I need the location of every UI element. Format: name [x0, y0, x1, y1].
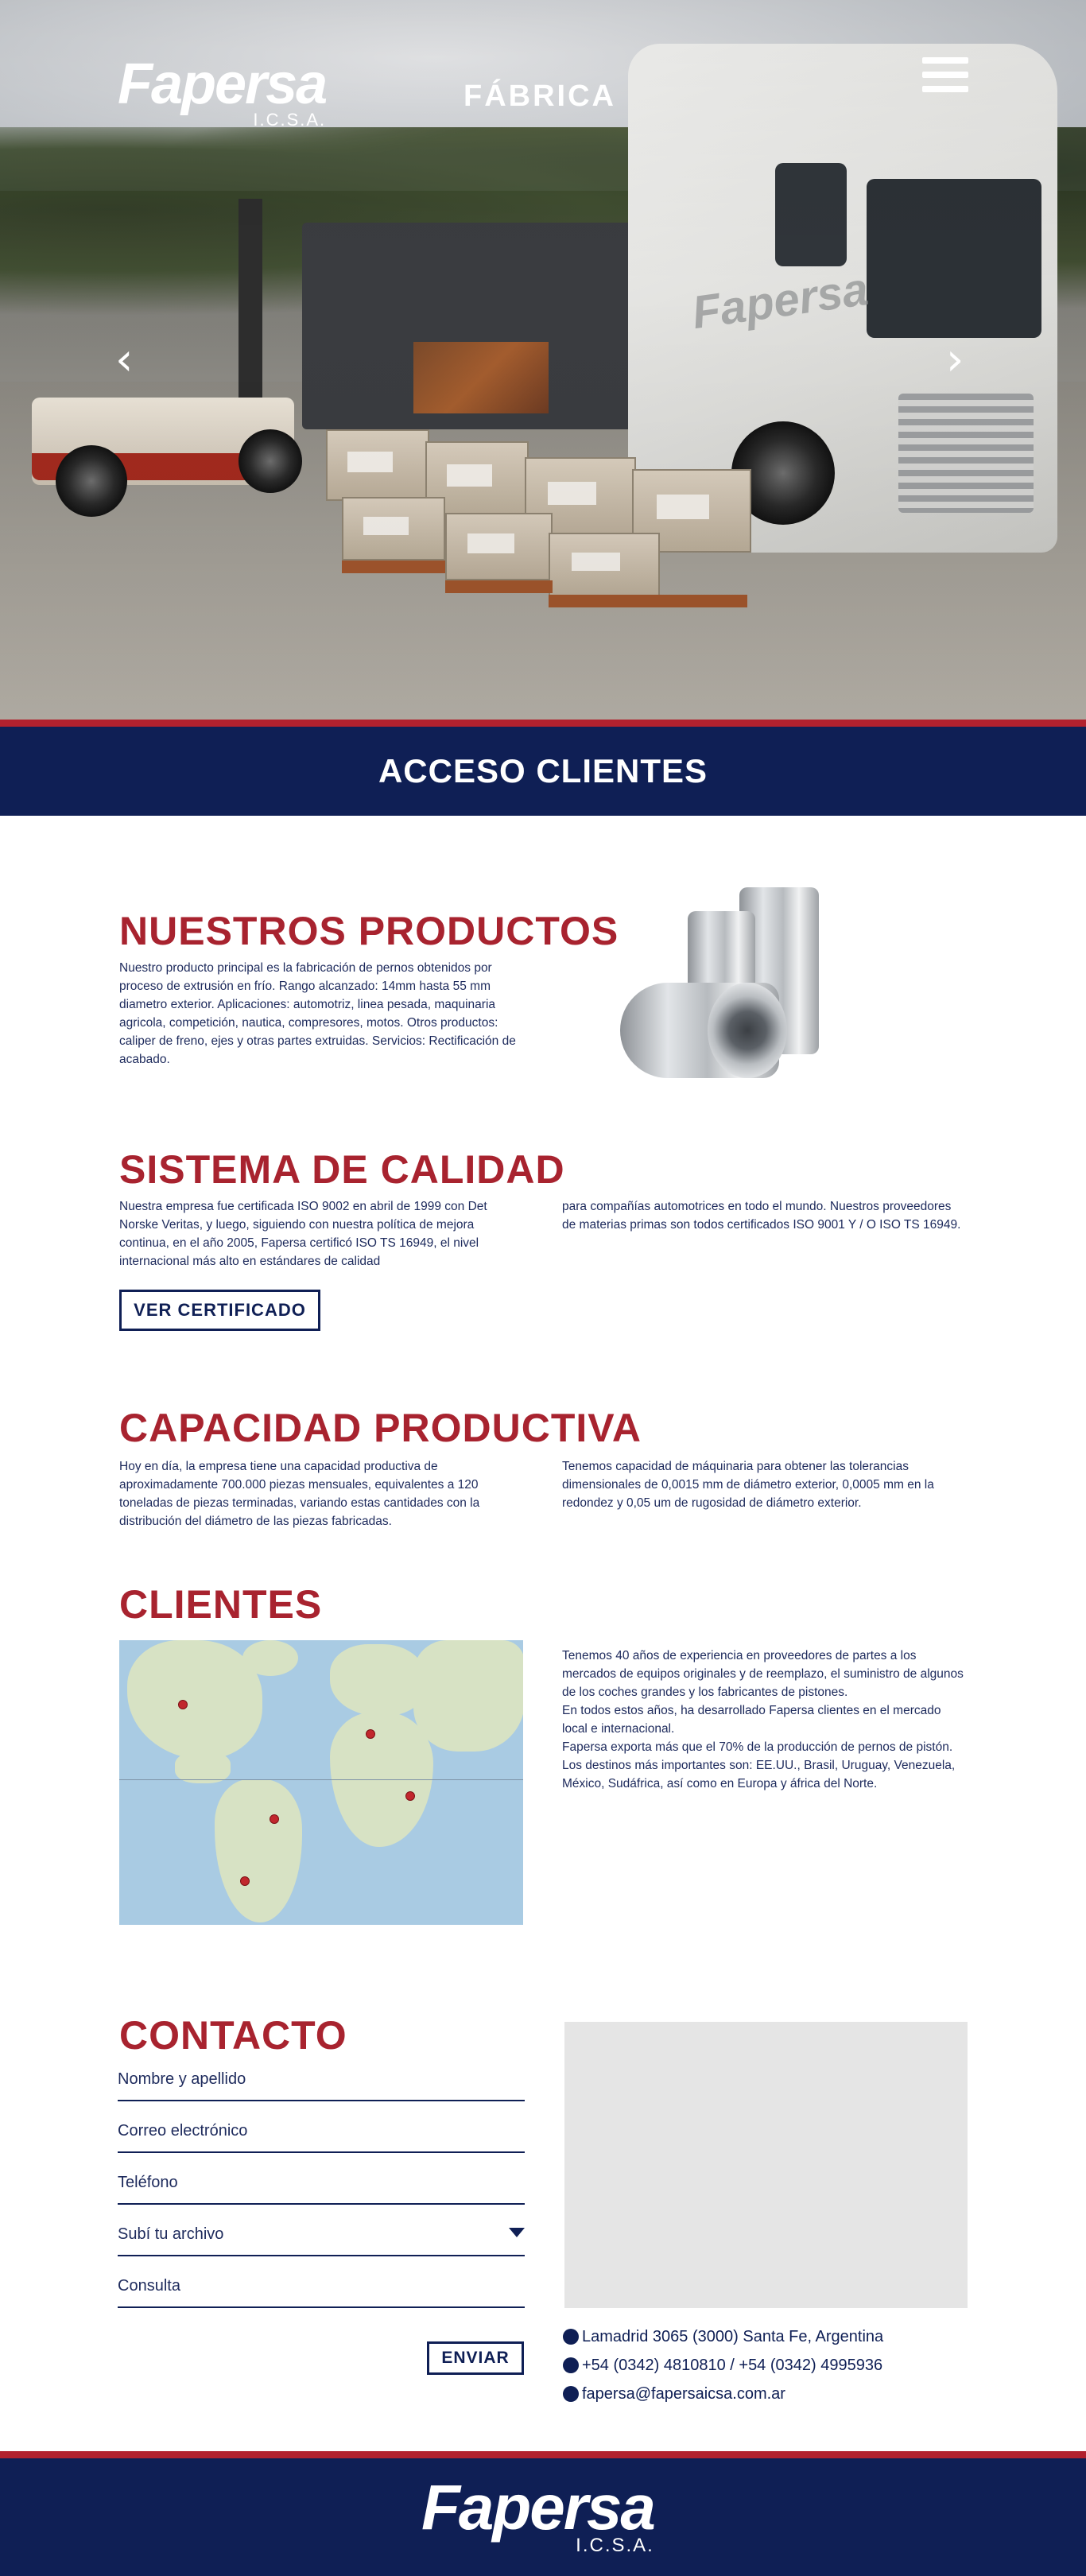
chevron-left-icon[interactable]: ‹	[115, 338, 133, 382]
address-text: Lamadrid 3065 (3000) Santa Fe, Argentina	[582, 2327, 884, 2345]
email-row: fapersa@fapersaicsa.com.ar	[563, 2380, 883, 2408]
client-access-label: ACCESO CLIENTES	[378, 752, 708, 789]
clients-title: CLIENTES	[119, 1582, 323, 1627]
page-title: FÁBRICA	[463, 80, 616, 113]
site-logo[interactable]: Fapersa I.C.S.A.	[118, 52, 328, 130]
phone-field-label: Teléfono	[118, 2174, 178, 2191]
map-pin-icon[interactable]	[178, 1700, 188, 1709]
quality-text-col1: Nuestra empresa fue certificada ISO 9002…	[119, 1200, 487, 1268]
site-footer: Fapersa I.C.S.A.	[0, 2451, 1086, 2576]
capacity-text-col1: Hoy en día, la empresa tiene una capacid…	[119, 1460, 480, 1528]
location-dot-icon	[563, 2329, 579, 2345]
hero-slider: Fapersa Fapersa I.C.S.A. FÁBRICA ‹ ›	[0, 0, 1086, 720]
map-pin-icon[interactable]	[366, 1729, 375, 1739]
chevron-down-icon[interactable]	[509, 2228, 525, 2237]
capacity-title: CAPACIDAD PRODUCTIVA	[119, 1406, 642, 1450]
view-certificate-button[interactable]: VER CERTIFICADO	[119, 1290, 320, 1331]
phone-text[interactable]: +54 (0342) 4810810 / +54 (0342) 4995936	[582, 2357, 882, 2375]
email-field-label: Correo electrónico	[118, 2122, 248, 2140]
send-button[interactable]: ENVIAR	[427, 2341, 524, 2375]
phone-dot-icon	[563, 2357, 579, 2373]
clients-text: Tenemos 40 años de experiencia en provee…	[562, 1647, 968, 1793]
quality-text-col2: para compañías automotrices en todo el m…	[562, 1200, 961, 1232]
map-pin-icon[interactable]	[240, 1876, 250, 1886]
capacity-section: CAPACIDAD PRODUCTIVA Hoy en día, la empr…	[0, 1408, 1086, 1585]
file-upload-label: Subí tu archivo	[118, 2225, 224, 2243]
address-row: Lamadrid 3065 (3000) Santa Fe, Argentina	[563, 2322, 883, 2351]
footer-logo-brand: Fapersa	[421, 2472, 656, 2543]
client-access-button[interactable]: ACCESO CLIENTES	[0, 720, 1086, 816]
clients-world-map[interactable]	[119, 1640, 523, 1925]
chevron-right-icon[interactable]: ›	[946, 338, 964, 382]
map-pin-icon[interactable]	[405, 1791, 415, 1801]
aluminum-rolls-image	[620, 887, 835, 1078]
name-field[interactable]: Nombre y apellido	[118, 2050, 525, 2101]
file-upload-field[interactable]: Subí tu archivo	[118, 2205, 525, 2256]
location-map-placeholder[interactable]	[564, 2022, 968, 2308]
clients-paragraph: Los destinos más importantes son: EE.UU.…	[562, 1759, 956, 1790]
clients-paragraph: En todos estos años, ha desarrollado Fap…	[562, 1704, 941, 1736]
map-pin-icon[interactable]	[270, 1814, 279, 1824]
footer-logo[interactable]: Fapersa I.C.S.A.	[421, 2472, 656, 2557]
hamburger-menu-icon[interactable]	[922, 57, 968, 102]
email-link[interactable]: fapersa@fapersaicsa.com.ar	[582, 2385, 785, 2403]
contact-form: Nombre y apellido Correo electrónico Tel…	[118, 2050, 525, 2308]
query-field-label: Consulta	[118, 2277, 180, 2295]
name-field-label: Nombre y apellido	[118, 2070, 246, 2088]
phone-field[interactable]: Teléfono	[118, 2153, 525, 2205]
clients-paragraph: Fapersa exporta más que el 70% de la pro…	[562, 1740, 953, 1754]
products-title: NUESTROS PRODUCTOS	[119, 909, 619, 953]
email-dot-icon	[563, 2386, 579, 2402]
clients-section: CLIENTES Tenemos 40 años de experiencia …	[0, 1585, 1086, 2006]
email-field[interactable]: Correo electrónico	[118, 2101, 525, 2153]
capacity-text-col2: Tenemos capacidad de máquinaria para obt…	[562, 1460, 934, 1510]
quality-section: SISTEMA DE CALIDAD Nuestra empresa fue c…	[0, 1150, 1086, 1408]
products-section: NUESTROS PRODUCTOS Nuestro producto prin…	[0, 887, 1086, 1150]
logo-brand: Fapersa	[118, 52, 328, 116]
products-text: Nuestro producto principal es la fabrica…	[119, 961, 516, 1066]
contact-info: Lamadrid 3065 (3000) Santa Fe, Argentina…	[563, 2322, 883, 2408]
quality-title: SISTEMA DE CALIDAD	[119, 1147, 565, 1192]
phone-row: +54 (0342) 4810810 / +54 (0342) 4995936	[563, 2351, 883, 2380]
clients-paragraph: Tenemos 40 años de experiencia en provee…	[562, 1649, 964, 1699]
contact-section: CONTACTO Nombre y apellido Correo electr…	[0, 2006, 1086, 2451]
query-field[interactable]: Consulta	[118, 2256, 525, 2308]
